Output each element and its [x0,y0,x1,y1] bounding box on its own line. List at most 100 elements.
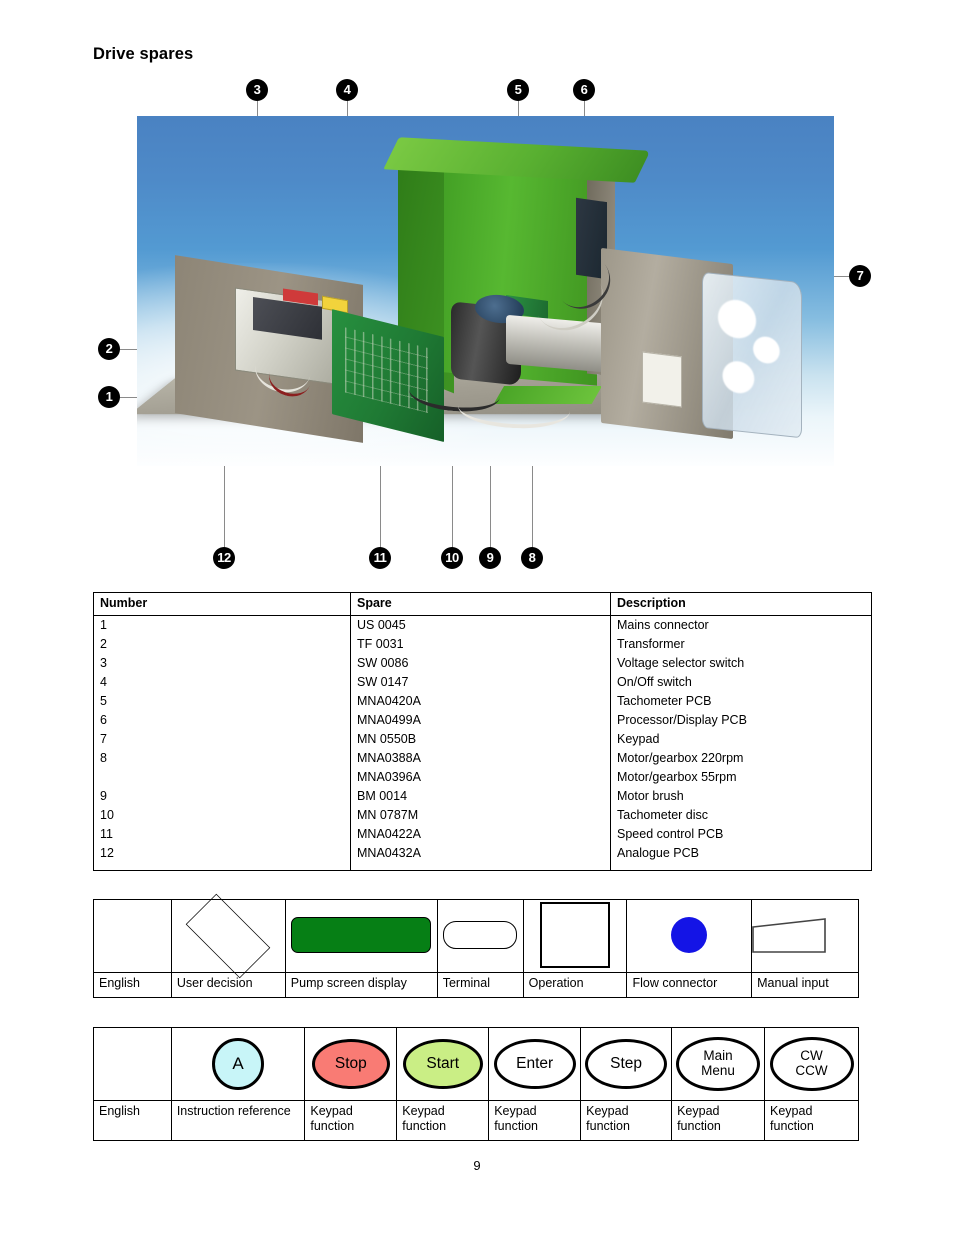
cell-description: Tachometer PCB [610,694,872,714]
table-row: 3 SW 0086 Voltage selector switch [93,656,872,676]
page-number: 9 [473,1158,481,1173]
legend-cell-step: Step [580,1027,673,1101]
keypad-label-line2: function [677,1118,721,1133]
cell-number: 3 [93,656,351,676]
cell-description: Motor/gearbox 220rpm [610,751,872,771]
legend-cell-enter: Enter [488,1027,582,1101]
callout-marker-1: 1 [98,386,120,408]
callout-marker-3: 3 [246,79,268,101]
legend-label-flow-connector: Flow connector [626,972,753,998]
legend-shapes-table: English User decision Pump screen displa… [93,893,859,998]
cell-number: 8 [93,751,351,771]
cell-number: 9 [93,789,351,809]
pump-photograph [137,116,834,466]
cell-number: 7 [93,732,351,752]
callout-marker-12: 12 [213,547,235,569]
table-row: 9 BM 0014 Motor brush [93,789,872,809]
legend-cell-operation [522,899,628,973]
legend-label-enter-function: Keypad function [488,1100,582,1141]
cell-number: 5 [93,694,351,714]
legend-cell-pump-screen-display [284,899,438,973]
legend-shapes-symbol-row [93,893,859,979]
cell-spare: MNA0422A [350,827,611,847]
cell-spare: US 0045 [350,615,611,638]
cell-description: Mains connector [610,615,872,638]
cell-description: Voltage selector switch [610,656,872,676]
cell-spare: MN 0787M [350,808,611,828]
legend-label-main-menu-function: Keypad function [671,1100,766,1141]
table-row: 11 MNA0422A Speed control PCB [93,827,872,847]
main-menu-key-icon: Main Menu [676,1037,761,1091]
legend-label-terminal: Terminal [436,972,524,998]
legend-label-stop-function: Keypad function [304,1100,398,1141]
operation-rectangle-icon [540,901,611,968]
cell-number: 12 [93,846,351,871]
legend-label-instruction-reference: Instruction reference [170,1100,306,1141]
enter-key-icon: Enter [493,1039,576,1089]
main-menu-key-line1: Main [703,1048,733,1064]
column-header-spare: Spare [350,592,611,616]
keypad-label-line1: Keypad [310,1104,353,1118]
main-menu-key-line2: Menu [701,1063,735,1078]
diamond-icon [172,893,285,979]
callout-marker-2: 2 [98,338,120,360]
cw-ccw-key-icon: CW CCW [769,1037,854,1091]
cell-spare: MNA0396A [350,770,611,790]
legend-cell-stop: Stop [304,1027,398,1101]
legend-cell-instruction-reference: A [170,1027,306,1101]
cell-number: 4 [93,675,351,695]
legend-cell-english-keypad [93,1027,172,1101]
keypad-label-line1: Keypad [770,1104,813,1118]
table-row: 1 US 0045 Mains connector [93,615,872,638]
cell-number: 10 [93,808,351,828]
cell-spare: MNA0420A [350,694,611,714]
pump-screen-icon [291,916,432,953]
table-row: 10 MN 0787M Tachometer disc [93,808,872,828]
instruction-reference-key-icon: A [212,1038,265,1090]
cell-spare: SW 0147 [350,675,611,695]
cell-spare: BM 0014 [350,789,611,809]
legend-keypad-symbol-row: A Stop Start Enter Step Main Menu CW CCW [93,1027,859,1101]
legend-cell-manual-input [751,899,859,973]
cell-number [93,770,351,790]
legend-keypad-label-row: English Instruction reference Keypad func… [93,1100,859,1141]
legend-cell-flow-connector [626,899,753,973]
cell-spare: MNA0388A [350,751,611,771]
cell-spare: MN 0550B [350,732,611,752]
cell-number: 1 [93,615,351,638]
spares-table-head: Number Spare Description [93,592,872,616]
legend-keypad-table: A Stop Start Enter Step Main Menu CW CCW… [93,1027,859,1141]
legend-cell-terminal [436,899,524,973]
cell-spare: TF 0031 [350,637,611,657]
cw-ccw-key-line2: CCW [795,1063,828,1078]
callout-marker-5: 5 [507,79,529,101]
cell-number: 6 [93,713,351,733]
cell-description: Motor/gearbox 55rpm [610,770,872,790]
table-row: 12 MNA0432A Analogue PCB [93,846,872,871]
pump-rollers [715,290,786,414]
keypad-label-line2: function [586,1118,630,1133]
manual-input-icon [752,918,826,954]
callout-marker-7: 7 [849,265,871,287]
legend-cell-start: Start [396,1027,490,1101]
keypad-label-line1: Keypad [402,1104,445,1118]
legend-label-user-decision: User decision [170,972,286,998]
cell-number: 2 [93,637,351,657]
callout-marker-11: 11 [369,547,391,569]
terminal-icon [443,920,518,949]
spares-table-body: 1 US 0045 Mains connector 2 TF 0031 Transform… [93,615,872,871]
legend-label-manual-input: Manual input [751,972,859,998]
cell-spare: SW 0086 [350,656,611,676]
legend-cell-english [93,899,172,973]
cell-description: Speed control PCB [610,827,872,847]
pump-assembly [137,116,834,466]
column-header-description: Description [610,592,872,616]
cell-description: Keypad [610,732,872,752]
table-row: 4 SW 0147 On/Off switch [93,675,872,695]
legend-shapes-label-row: English User decision Pump screen displa… [93,972,859,998]
start-key-icon: Start [402,1039,483,1089]
legend-cell-user-decision [170,893,286,979]
cell-description: On/Off switch [610,675,872,695]
keypad-label-line1: Keypad [586,1104,629,1118]
page-title: Drive spares [93,45,194,63]
